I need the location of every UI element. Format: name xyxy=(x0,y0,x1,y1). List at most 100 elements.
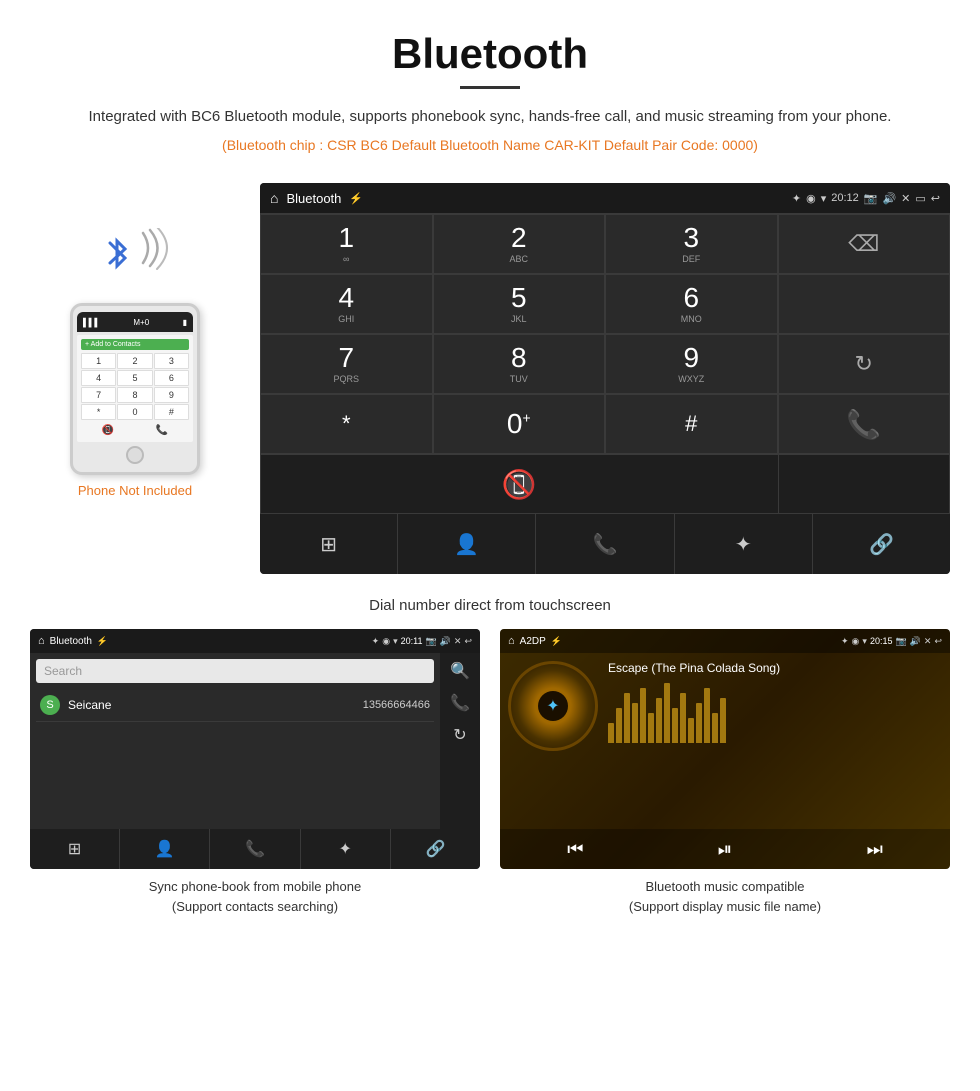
vis-bar-3 xyxy=(624,693,630,743)
phone-key-0[interactable]: 0 xyxy=(117,404,152,420)
pb-search-field[interactable]: Search xyxy=(36,659,434,683)
statusbar-left: ⌂ Bluetooth ⚡ xyxy=(270,190,363,206)
prev-button[interactable]: ⏮ xyxy=(567,839,583,860)
statusbar-screen-title: Bluetooth xyxy=(286,191,341,206)
status-bt-icon: ✦ xyxy=(792,192,801,205)
func-bluetooth-icon[interactable]: ✦ xyxy=(675,514,813,574)
dial-call-green[interactable]: 📞 xyxy=(778,394,951,454)
phone-area: ▌▌▌ M+0 ▮ + Add to Contacts 1 2 3 4 5 6 … xyxy=(30,183,240,574)
phone-call-btn[interactable]: 📞 xyxy=(156,425,168,436)
dial-empty-r2 xyxy=(778,274,951,334)
music-card: ⌂ A2DP ⚡ ✦ ◉ ▾ 20:15 📷 🔊 ✕ ↩ xyxy=(500,629,950,921)
pb-func-link[interactable]: 🔗 xyxy=(391,829,480,869)
backspace-icon: ⌫ xyxy=(848,231,879,257)
phone-key-4[interactable]: 4 xyxy=(81,370,116,386)
status-volume-icon: 🔊 xyxy=(882,192,896,205)
dial-key-1[interactable]: 1 ∞ xyxy=(260,214,433,274)
dial-key-star[interactable]: * xyxy=(260,394,433,454)
music-statusbar: ⌂ A2DP ⚡ ✦ ◉ ▾ 20:15 📷 🔊 ✕ ↩ xyxy=(500,629,950,653)
pb-sidebar-phone[interactable]: 📞 xyxy=(450,693,470,713)
vis-bar-5 xyxy=(640,688,646,743)
phone-mockup: ▌▌▌ M+0 ▮ + Add to Contacts 1 2 3 4 5 6 … xyxy=(70,303,200,475)
page-description: Integrated with BC6 Bluetooth module, su… xyxy=(60,105,920,129)
pb-func-call[interactable]: 📞 xyxy=(210,829,300,869)
pb-contact-row[interactable]: S Seicane 13566664466 xyxy=(36,689,434,722)
phone-key-7[interactable]: 7 xyxy=(81,387,116,403)
func-link-icon[interactable]: 🔗 xyxy=(813,514,950,574)
phonebook-caption-line1: Sync phone-book from mobile phone xyxy=(149,879,361,894)
phone-carrier: M+0 xyxy=(133,318,149,327)
pb-title: Bluetooth xyxy=(50,636,92,647)
func-dialpad-icon[interactable]: ⊞ xyxy=(260,514,398,574)
music-vol-icon: 🔊 xyxy=(910,636,921,647)
phone-key-8[interactable]: 8 xyxy=(117,387,152,403)
phone-key-9[interactable]: 9 xyxy=(154,387,189,403)
dial-key-9[interactable]: 9 WXYZ xyxy=(605,334,778,394)
phone-end-btn[interactable]: 📵 xyxy=(102,425,114,436)
phonebook-caption: Sync phone-book from mobile phone (Suppo… xyxy=(30,869,480,921)
phone-key-5[interactable]: 5 xyxy=(117,370,152,386)
dial-key-0[interactable]: 0+ xyxy=(433,394,606,454)
music-main-content: ✦ Escape (The Pina Colada Song) xyxy=(500,653,950,829)
func-contacts-icon[interactable]: 👤 xyxy=(398,514,536,574)
music-screen-content: ⌂ A2DP ⚡ ✦ ◉ ▾ 20:15 📷 🔊 ✕ ↩ xyxy=(500,629,950,869)
dial-redial[interactable]: ↻ xyxy=(778,334,951,394)
dial-end-btn-cell[interactable]: 📵 xyxy=(260,454,778,514)
dialpad-caption: Dial number direct from touchscreen xyxy=(0,589,980,629)
phone-home-button[interactable] xyxy=(126,446,144,464)
dial-key-4[interactable]: 4 GHI xyxy=(260,274,433,334)
play-pause-button[interactable]: ⏯ xyxy=(718,839,732,860)
next-button[interactable]: ⏭ xyxy=(867,839,883,860)
phone-bottom-bar: 📵 📞 xyxy=(81,423,189,438)
phone-key-3[interactable]: 3 xyxy=(154,353,189,369)
dial-backspace[interactable]: ⌫ xyxy=(778,214,951,274)
vis-bar-14 xyxy=(712,713,718,743)
func-recents-icon[interactable]: 📞 xyxy=(536,514,674,574)
page-header: Bluetooth Integrated with BC6 Bluetooth … xyxy=(0,0,980,183)
status-time: 20:12 xyxy=(831,192,859,204)
status-x-icon: ✕ xyxy=(901,192,910,205)
music-home-icon: ⌂ xyxy=(508,635,515,647)
pb-sig-icon: ▾ xyxy=(393,636,398,647)
phonebook-caption-line2: (Support contacts searching) xyxy=(172,899,338,914)
music-screen: ⌂ A2DP ⚡ ✦ ◉ ▾ 20:15 📷 🔊 ✕ ↩ xyxy=(500,629,950,869)
pb-func-grid[interactable]: ⊞ xyxy=(30,829,120,869)
dial-key-7[interactable]: 7 PQRS xyxy=(260,334,433,394)
music-back-icon: ↩ xyxy=(934,636,942,647)
phone-key-star[interactable]: * xyxy=(81,404,116,420)
phonebook-card: ⌂ Bluetooth ⚡ ✦ ◉ ▾ 20:11 📷 🔊 ✕ ↩ xyxy=(30,629,480,921)
music-sig-icon: ▾ xyxy=(862,636,867,647)
music-time: 20:15 xyxy=(870,636,893,646)
pb-contacts-area: Search S Seicane 13566664466 xyxy=(30,653,440,829)
music-bt-icon: ✦ xyxy=(546,696,559,716)
phone-not-included-label: Phone Not Included xyxy=(78,483,192,498)
statusbar-right: ✦ ◉ ▾ 20:12 📷 🔊 ✕ ▭ ↩ xyxy=(792,192,940,205)
status-location-icon: ◉ xyxy=(806,192,816,205)
pb-func-person[interactable]: 👤 xyxy=(120,829,210,869)
phone-key-hash[interactable]: # xyxy=(154,404,189,420)
music-caption: Bluetooth music compatible (Support disp… xyxy=(500,869,950,921)
vis-bar-2 xyxy=(616,708,622,743)
vis-bar-11 xyxy=(688,718,694,743)
phone-top-bar: ▌▌▌ M+0 ▮ xyxy=(77,312,193,332)
android-dialpad-screen: ⌂ Bluetooth ⚡ ✦ ◉ ▾ 20:12 📷 🔊 ✕ ▭ ↩ 1 ∞ xyxy=(260,183,950,574)
pb-sidebar-refresh[interactable]: ↻ xyxy=(453,725,466,745)
dial-key-2[interactable]: 2 ABC xyxy=(433,214,606,274)
pb-sidebar-search[interactable]: 🔍 xyxy=(450,661,470,681)
status-rect-icon: ▭ xyxy=(915,192,925,205)
music-visualizer xyxy=(608,683,942,743)
phone-key-6[interactable]: 6 xyxy=(154,370,189,386)
dial-key-8[interactable]: 8 TUV xyxy=(433,334,606,394)
phone-screen: + Add to Contacts 1 2 3 4 5 6 7 8 9 * 0 … xyxy=(77,335,193,442)
phone-key-2[interactable]: 2 xyxy=(117,353,152,369)
dial-key-6[interactable]: 6 MNO xyxy=(605,274,778,334)
pb-screen-content: ⌂ Bluetooth ⚡ ✦ ◉ ▾ 20:11 📷 🔊 ✕ ↩ xyxy=(30,629,480,869)
status-home-icon[interactable]: ⌂ xyxy=(270,190,278,206)
dial-key-3[interactable]: 3 DEF xyxy=(605,214,778,274)
dial-key-5[interactable]: 5 JKL xyxy=(433,274,606,334)
pb-func-bt[interactable]: ✦ xyxy=(301,829,391,869)
music-x-icon: ✕ xyxy=(924,636,932,647)
dial-key-hash[interactable]: # xyxy=(605,394,778,454)
phone-key-1[interactable]: 1 xyxy=(81,353,116,369)
pb-time: 20:11 xyxy=(401,636,423,646)
